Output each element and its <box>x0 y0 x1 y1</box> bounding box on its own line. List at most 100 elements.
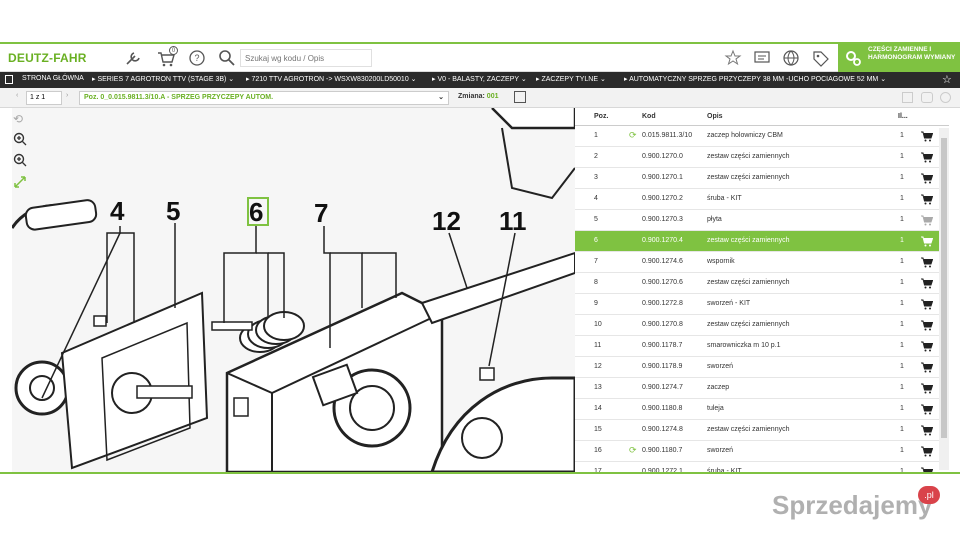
breadcrumb-assembly[interactable]: ▸ AUTOMATYCZNY SPRZEG PRZYCZEPY 38 MM -U… <box>624 75 886 83</box>
position-dropdown[interactable]: Poz. 0_0.015.9811.3/10.A - SPRZEG PRZYCZ… <box>79 91 449 105</box>
row-pos: 11 <box>594 342 602 349</box>
favorite-star-icon[interactable]: ☆ <box>942 73 952 86</box>
star-icon[interactable] <box>722 48 744 68</box>
callout-12[interactable]: 12 <box>432 206 461 236</box>
row-pos: 14 <box>594 405 602 412</box>
table-row[interactable]: 13 0.900.1274.7 zaczep 1 <box>575 378 939 399</box>
add-to-cart-icon[interactable] <box>921 215 933 226</box>
row-desc: zestaw części zamiennych <box>707 279 790 286</box>
diagram-tools <box>0 108 12 472</box>
add-to-cart-icon[interactable] <box>921 425 933 436</box>
row-qty: 1 <box>900 321 904 328</box>
col-qty: Il... <box>898 113 908 120</box>
add-to-cart-icon[interactable] <box>921 404 933 415</box>
table-row[interactable]: 14 0.900.1180.8 tuleja 1 <box>575 399 939 420</box>
cart-count-badge: 0 <box>169 46 178 55</box>
row-desc: zestaw części zamiennych <box>707 153 790 160</box>
messages-icon[interactable] <box>751 48 773 68</box>
table-row[interactable]: 16 0.900.1180.7 sworzeń 1 ⟳ <box>575 441 939 462</box>
callout-6[interactable]: 6 <box>249 197 263 227</box>
table-scrollbar[interactable] <box>939 128 949 470</box>
table-row[interactable]: 2 0.900.1270.0 zestaw części zamiennych 1 <box>575 147 939 168</box>
breadcrumb-series[interactable]: ▸ SERIES 7 AGROTRON TTV (STAGE 3B) ⌄ <box>92 75 234 83</box>
callout-4[interactable]: 4 <box>110 196 125 226</box>
table-row[interactable]: 3 0.900.1270.1 zestaw części zamiennych 1 <box>575 168 939 189</box>
add-to-cart-icon[interactable] <box>921 446 933 457</box>
export-icon[interactable] <box>902 92 913 103</box>
chevron-down-icon: ⌄ <box>438 94 444 101</box>
table-row[interactable]: 15 0.900.1274.8 zestaw części zamiennych 1 <box>575 420 939 441</box>
rotate-icon[interactable]: ⟲ <box>13 112 29 128</box>
watermark: Sprzedajemy <box>772 490 933 520</box>
zoom-out-icon[interactable] <box>13 153 29 169</box>
parts-table: Poz. Kod Opis Il... 1 0.015.9811.3/10 zacz… <box>575 108 949 472</box>
table-row[interactable]: 11 0.900.1178.7 smarowniczka m 10 p.1 1 <box>575 336 939 357</box>
row-pos: 16 <box>594 447 602 454</box>
cart-icon[interactable]: 0 <box>156 46 178 68</box>
add-to-cart-icon[interactable] <box>921 362 933 373</box>
row-desc: zestaw części zamiennych <box>707 174 790 181</box>
position-label: Poz. 0_0.015.9811.3/10.A - SPRZEG PRZYCZ… <box>84 94 274 101</box>
fit-screen-icon[interactable] <box>13 175 29 191</box>
add-to-cart-icon[interactable] <box>921 194 933 205</box>
breadcrumb-subgroup[interactable]: ▸ ZACZEPY TYLNE ⌄ <box>536 75 606 83</box>
table-row[interactable]: 17 0.900.1272.1 śruba - KIT 1 <box>575 462 939 472</box>
callout-11[interactable]: 11 <box>499 206 527 236</box>
wrench-icon[interactable] <box>122 48 144 68</box>
add-to-cart-icon[interactable] <box>921 278 933 289</box>
add-to-cart-icon[interactable] <box>921 257 933 268</box>
breadcrumb-group[interactable]: ▸ V0 - BALASTY, ZACZEPY ⌄ <box>432 75 527 83</box>
prev-arrow-icon[interactable]: ‹ <box>16 92 18 99</box>
add-to-cart-icon[interactable] <box>921 341 933 352</box>
row-code: 0.900.1274.8 <box>642 426 683 433</box>
search-input[interactable] <box>240 49 372 67</box>
row-desc: zaczep holowniczy CBM <box>707 132 783 139</box>
table-row[interactable]: 10 0.900.1270.8 zestaw części zamiennych 1 <box>575 315 939 336</box>
parts-schedule-button[interactable]: CZĘŚCI ZAMIENNE I HARMONOGRAM WYMIANY <box>838 44 960 72</box>
callout-7[interactable]: 7 <box>314 198 328 228</box>
table-row[interactable]: 7 0.900.1274.6 wspornik 1 <box>575 252 939 273</box>
settings-icon[interactable] <box>940 92 951 103</box>
row-desc: zestaw części zamiennych <box>707 237 790 244</box>
add-to-cart-icon[interactable] <box>921 383 933 394</box>
parts-diagram[interactable]: 4 5 6 7 12 11 <box>12 108 575 472</box>
breadcrumb-page-icon[interactable] <box>5 75 13 84</box>
add-to-cart-icon[interactable] <box>921 152 933 163</box>
row-code: 0.900.1272.8 <box>642 300 683 307</box>
next-arrow-icon[interactable]: › <box>66 92 68 99</box>
table-row[interactable]: 1 0.015.9811.3/10 zaczep holowniczy CBM 1 ⟳ <box>575 126 939 147</box>
table-row[interactable]: 5 0.900.1270.3 płyta 1 <box>575 210 939 231</box>
breadcrumb-home[interactable]: STRONA GŁÓWNA <box>22 75 84 82</box>
scrollbar-thumb[interactable] <box>941 138 947 438</box>
add-to-cart-icon[interactable] <box>921 320 933 331</box>
add-to-cart-icon[interactable] <box>921 173 933 184</box>
row-code: 0.900.1270.1 <box>642 174 683 181</box>
row-pos: 7 <box>594 258 598 265</box>
zoom-in-icon[interactable] <box>13 132 29 148</box>
callout-5[interactable]: 5 <box>166 196 180 226</box>
row-code: 0.900.1270.4 <box>642 237 683 244</box>
row-pos: 6 <box>594 237 598 244</box>
print-icon[interactable] <box>514 91 526 103</box>
table-row[interactable]: 9 0.900.1272.8 sworzeń - KIT 1 <box>575 294 939 315</box>
page-selector[interactable]: 1 z 1 <box>26 91 62 105</box>
table-row[interactable]: 6 0.900.1270.4 zestaw części zamiennych 1 <box>575 231 939 252</box>
row-pos: 15 <box>594 426 602 433</box>
tag-icon[interactable] <box>810 48 832 68</box>
globe-icon[interactable] <box>780 48 802 68</box>
add-to-cart-icon[interactable] <box>921 299 933 310</box>
row-code: 0.900.1180.8 <box>642 405 683 412</box>
table-row[interactable]: 4 0.900.1270.2 śruba - KIT 1 <box>575 189 939 210</box>
table-row[interactable]: 12 0.900.1178.9 sworzeń 1 <box>575 357 939 378</box>
breadcrumb-model[interactable]: ▸ 7210 TTV AGROTRON -> WSXW830200LD50010… <box>246 75 417 83</box>
help-icon[interactable]: ? <box>186 48 208 68</box>
add-to-cart-icon[interactable] <box>921 131 933 142</box>
tractor-icon[interactable] <box>921 92 933 103</box>
row-pos: 2 <box>594 153 598 160</box>
row-pos: 9 <box>594 300 598 307</box>
row-pos: 1 <box>594 132 598 139</box>
search-icon[interactable] <box>216 48 238 68</box>
table-row[interactable]: 8 0.900.1270.6 zestaw części zamiennych 1 <box>575 273 939 294</box>
row-desc: sworzeń <box>707 363 734 370</box>
add-to-cart-icon[interactable] <box>921 236 933 247</box>
